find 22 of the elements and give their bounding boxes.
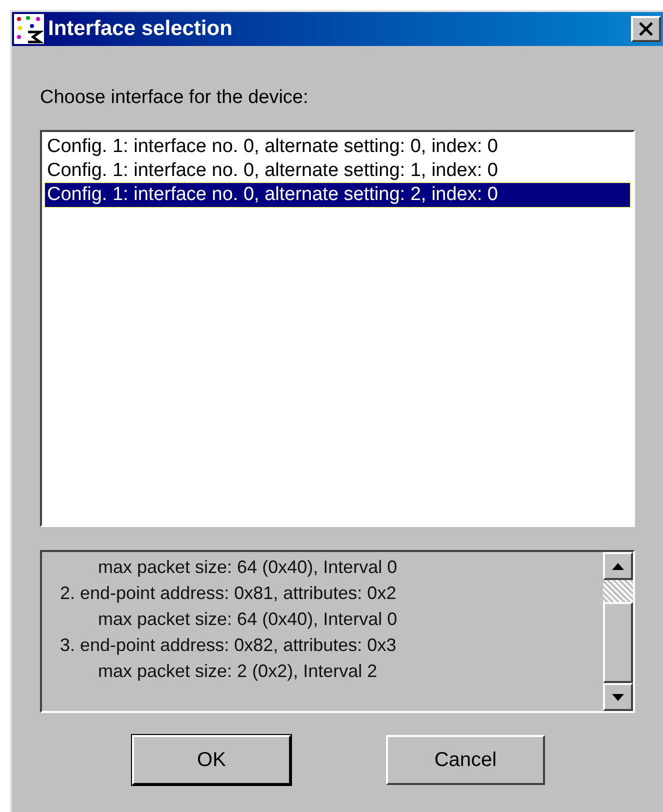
- down-arrow-icon: [612, 694, 624, 700]
- scroll-down-button[interactable]: [603, 683, 633, 711]
- scroll-up-button[interactable]: [603, 552, 633, 580]
- detail-line: 3. end-point address: 0x82, attributes: 0x3: [60, 634, 398, 657]
- app-icon: [14, 14, 44, 44]
- interface-item[interactable]: Config. 1: interface no. 0, alternate setting: 0, index: 0: [45, 135, 630, 159]
- detail-line: max packet size: 64 (0x40), Interval 0: [97, 556, 398, 579]
- close-button[interactable]: [631, 16, 661, 42]
- detail-line: 2. end-point address: 0x81, attributes: 0x2: [60, 582, 398, 605]
- prompt-label: Choose interface for the device:: [40, 86, 310, 110]
- close-icon: [638, 22, 654, 36]
- scroll-track: [603, 580, 633, 602]
- interface-item[interactable]: Config. 1: interface no. 0, alternate setting: 1, index: 0: [45, 159, 630, 183]
- scrollbar[interactable]: [603, 552, 633, 711]
- window-title: Interface selection: [48, 16, 234, 42]
- interface-item[interactable]: Config. 1: interface no. 0, alternate setting: 2, index: 0: [45, 183, 630, 207]
- detail-line: max packet size: 2 (0x2), Interval 2: [97, 660, 378, 683]
- detail-line: max packet size: 64 (0x40), Interval 0: [97, 608, 398, 631]
- scroll-thumb[interactable]: [603, 602, 633, 683]
- cancel-button[interactable]: Cancel: [386, 735, 545, 785]
- ok-button[interactable]: OK: [132, 735, 291, 785]
- up-arrow-icon: [612, 562, 624, 570]
